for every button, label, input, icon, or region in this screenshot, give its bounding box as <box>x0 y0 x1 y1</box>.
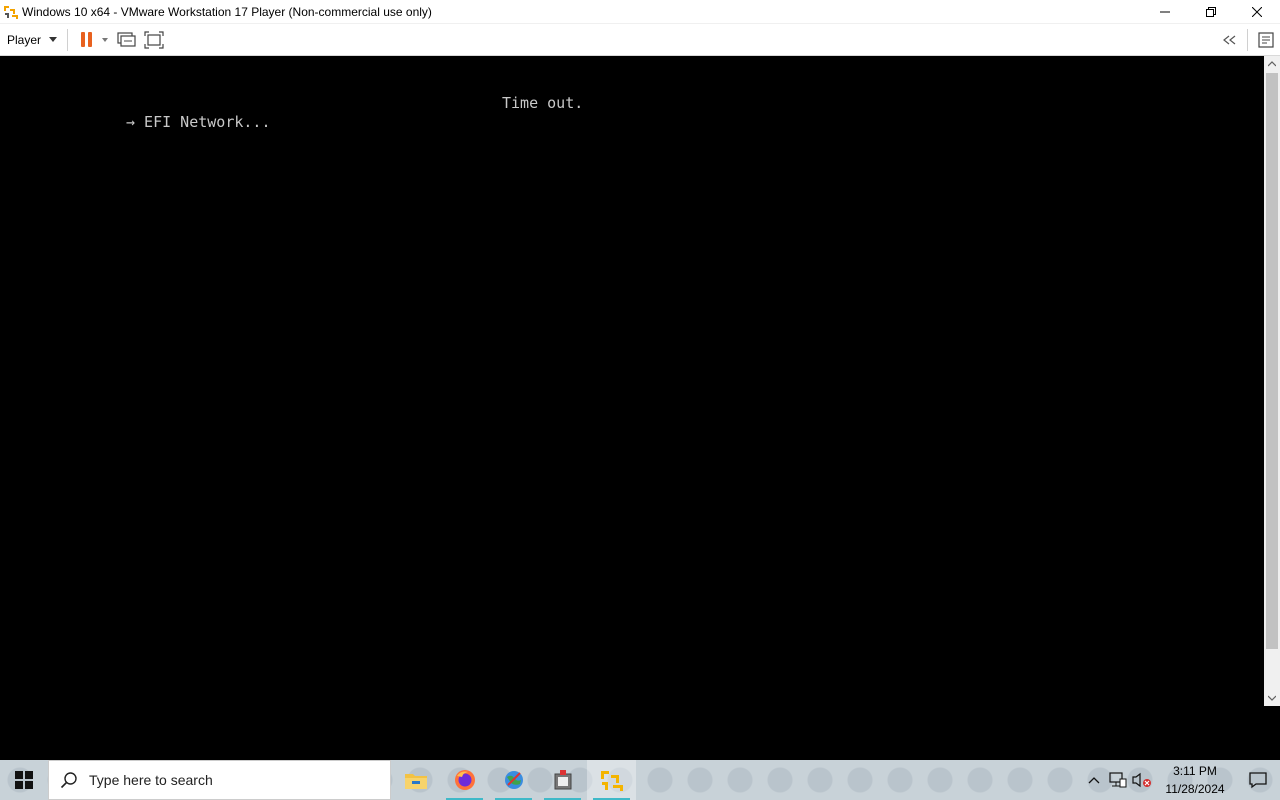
scroll-up-arrow[interactable] <box>1264 56 1280 72</box>
window-title: Windows 10 x64 - VMware Workstation 17 P… <box>22 4 432 19</box>
chevron-up-icon <box>1268 61 1276 67</box>
search-placeholder: Type here to search <box>89 772 213 788</box>
network-wired-icon <box>1109 772 1127 788</box>
chevron-up-icon <box>1088 777 1100 784</box>
minimize-icon <box>1160 11 1170 13</box>
file-explorer-icon <box>404 774 427 789</box>
chevron-down-icon <box>49 37 58 42</box>
taskbar-app-network-globe[interactable] <box>489 760 538 800</box>
player-menu-label: Player <box>7 32 42 47</box>
close-icon <box>1252 7 1262 17</box>
taskbar-app-archive-tool[interactable] <box>538 760 587 800</box>
chevron-down-icon <box>102 37 109 42</box>
taskbar-app-file-explorer[interactable] <box>391 760 440 800</box>
pause-icon-bar <box>87 32 92 47</box>
unity-button[interactable] <box>1215 27 1243 53</box>
scroll-down-arrow[interactable] <box>1264 690 1280 706</box>
toolbar-divider <box>67 28 69 51</box>
fullscreen-icon <box>144 30 164 49</box>
windows-taskbar: Type here to search 3:11 PM 11/28/2024 <box>0 760 1280 800</box>
volume-muted-icon <box>1132 772 1151 788</box>
search-icon <box>49 771 89 789</box>
network-globe-icon <box>504 771 523 789</box>
unity-icon <box>1223 35 1236 45</box>
taskbar-clock[interactable]: 3:11 PM 11/28/2024 <box>1154 762 1236 798</box>
vm-efi-network-text: → EFI Network... <box>126 113 271 131</box>
vertical-scrollbar[interactable] <box>1264 56 1280 706</box>
clock-time: 3:11 PM <box>1173 764 1217 778</box>
chevron-down-icon <box>1268 695 1276 701</box>
firefox-icon <box>454 770 475 790</box>
player-menu-button[interactable]: Player <box>0 27 63 53</box>
vm-console-margin <box>0 706 1280 760</box>
pause-button[interactable] <box>74 28 98 52</box>
vm-console-screen[interactable]: Time out. → EFI Network... <box>0 56 1264 706</box>
message-log-button[interactable] <box>1252 27 1280 53</box>
vm-timeout-text: Time out. <box>502 94 584 112</box>
clock-date: 11/28/2024 <box>1165 782 1225 796</box>
notification-icon <box>1249 772 1267 789</box>
minimize-button[interactable] <box>1142 0 1188 24</box>
player-toolbar: Player <box>0 24 1280 56</box>
windows-logo-icon <box>15 771 33 789</box>
pause-options-dropdown[interactable] <box>98 28 112 52</box>
vmware-player-icon <box>600 771 623 791</box>
taskbar-search-box[interactable]: Type here to search <box>48 760 391 800</box>
system-tray: 3:11 PM 11/28/2024 <box>1082 760 1280 800</box>
volume-button[interactable] <box>1130 760 1154 800</box>
start-button[interactable] <box>0 760 48 800</box>
show-hidden-icons-button[interactable] <box>1082 760 1106 800</box>
restore-button[interactable] <box>1188 0 1234 24</box>
taskbar-app-vmware-player[interactable] <box>587 760 636 800</box>
close-button[interactable] <box>1234 0 1280 24</box>
restore-icon <box>1206 7 1216 17</box>
archive-tool-icon <box>554 770 571 790</box>
vmware-player-icon[interactable] <box>3 3 19 20</box>
send-ctrl-alt-del-button[interactable] <box>112 27 140 53</box>
taskbar-app-firefox[interactable] <box>440 760 489 800</box>
scroll-thumb[interactable] <box>1266 73 1278 649</box>
title-bar: Windows 10 x64 - VMware Workstation 17 P… <box>0 0 1280 24</box>
message-log-icon <box>1258 32 1274 48</box>
pause-icon <box>80 32 85 47</box>
toolbar-divider <box>1247 29 1248 51</box>
fullscreen-button[interactable] <box>140 27 168 53</box>
send-ctrl-alt-del-icon <box>117 31 136 47</box>
network-status-button[interactable] <box>1106 760 1130 800</box>
action-center-button[interactable] <box>1236 760 1280 800</box>
